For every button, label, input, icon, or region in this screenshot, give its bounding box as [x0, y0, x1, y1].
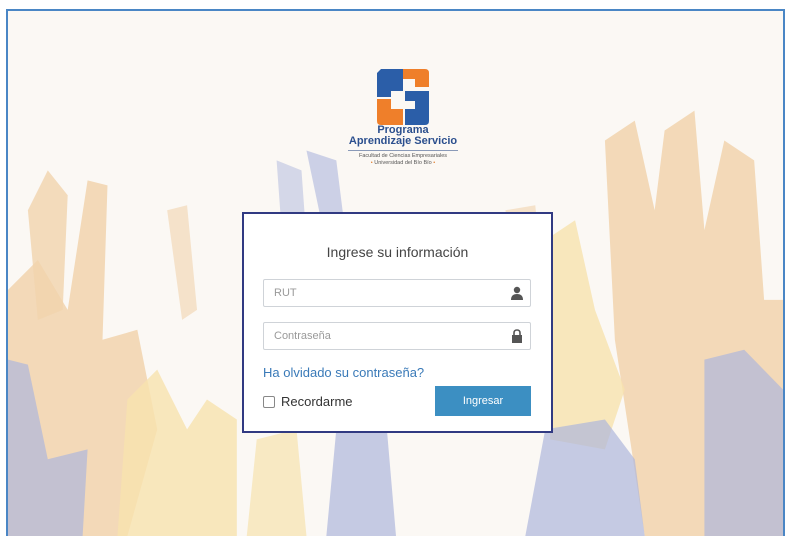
logo-subtitle-line1: Facultad de Ciencias Empresariales	[358, 153, 448, 159]
hand-shape	[326, 419, 396, 536]
lock-icon	[512, 329, 522, 343]
logo-mark-icon	[377, 69, 429, 125]
hand-shape	[704, 349, 783, 536]
user-icon	[511, 286, 523, 300]
login-card: Ingrese su información Ha olvidado su co…	[242, 212, 553, 433]
login-heading: Ingrese su información	[326, 244, 469, 260]
password-input[interactable]	[264, 323, 504, 349]
password-field[interactable]	[263, 322, 531, 350]
hand-shape	[117, 369, 237, 536]
logo-subtitle-line2: • Universidad del Bío Bío •	[336, 160, 470, 167]
program-logo: Programa Aprendizaje Servicio Facultad d…	[336, 69, 470, 167]
remember-checkbox[interactable]	[263, 395, 275, 408]
forgot-password-link[interactable]: Ha olvidado su contraseña?	[263, 365, 424, 380]
remember-label: Recordarme	[281, 394, 353, 409]
hand-shape	[525, 419, 645, 536]
rut-field[interactable]	[263, 279, 531, 307]
page-frame: Programa Aprendizaje Servicio Facultad d…	[6, 9, 785, 536]
remember-me[interactable]: Recordarme	[263, 394, 353, 409]
logo-divider	[348, 150, 458, 151]
login-button[interactable]: Ingresar	[435, 386, 531, 416]
hand-shape	[246, 429, 307, 536]
logo-title-line2: Aprendizaje Servicio	[348, 135, 458, 147]
logo-bullet-right: •	[433, 160, 436, 166]
logo-bullet-left: •	[370, 160, 373, 166]
rut-input[interactable]	[264, 280, 504, 306]
logo-subtitle-text: Universidad del Bío Bío	[374, 160, 432, 166]
hand-shape	[167, 205, 198, 320]
